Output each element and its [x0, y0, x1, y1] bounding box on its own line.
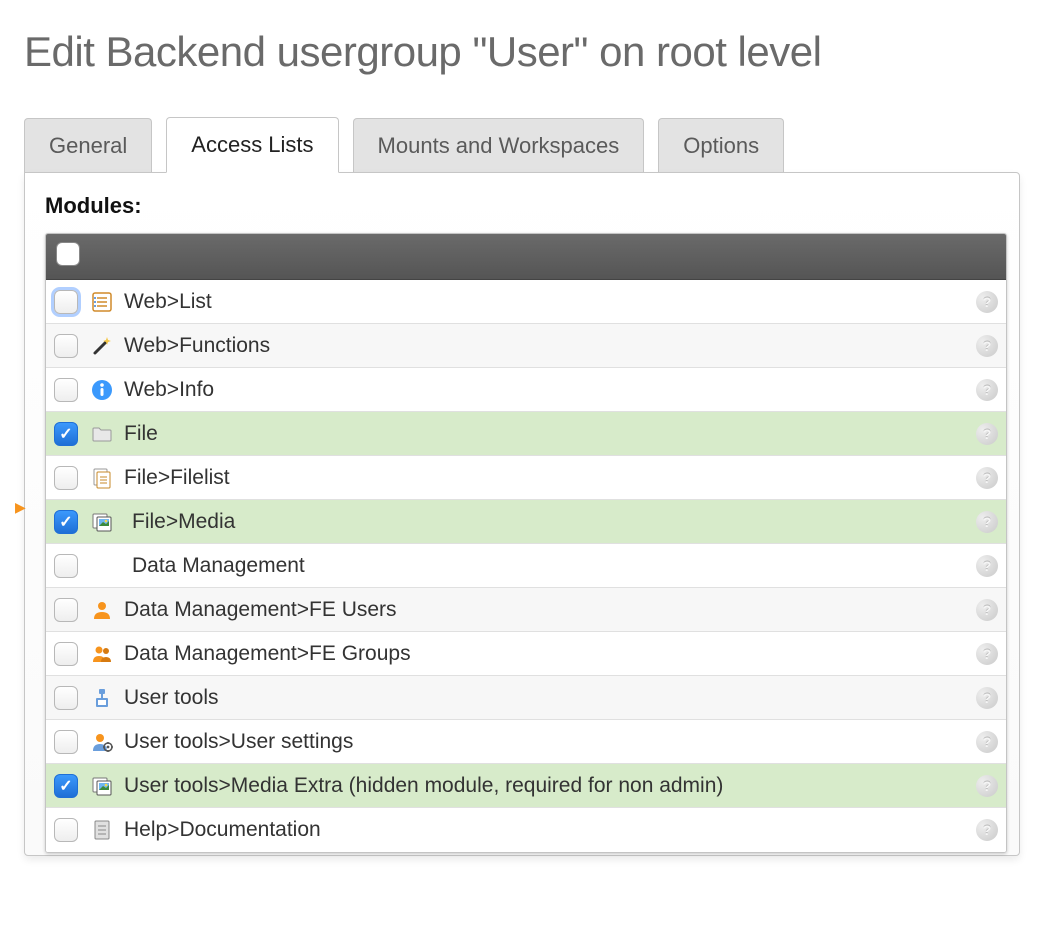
module-checkbox[interactable]: [54, 598, 78, 622]
help-icon[interactable]: [976, 687, 998, 709]
module-checkbox[interactable]: [54, 422, 78, 446]
user-icon: [88, 596, 116, 624]
module-checkbox[interactable]: [54, 730, 78, 754]
tab-bar: General Access Lists Mounts and Workspac…: [24, 116, 1020, 172]
group-icon: [88, 640, 116, 668]
module-row: File: [46, 412, 1006, 456]
module-label: Help>Documentation: [124, 818, 976, 842]
module-checkbox[interactable]: [54, 686, 78, 710]
help-icon[interactable]: [976, 819, 998, 841]
page-title: Edit Backend usergroup "User" on root le…: [24, 28, 1020, 76]
help-icon[interactable]: [976, 731, 998, 753]
module-row: Web>Functions: [46, 324, 1006, 368]
help-icon[interactable]: [976, 291, 998, 313]
module-checkbox[interactable]: [54, 378, 78, 402]
module-checkbox[interactable]: [54, 334, 78, 358]
module-label: User tools>User settings: [124, 730, 976, 754]
help-icon[interactable]: [976, 423, 998, 445]
help-icon[interactable]: [976, 467, 998, 489]
module-row: Data Management>FE Users: [46, 588, 1006, 632]
select-all-checkbox[interactable]: [56, 242, 80, 266]
module-row: Help>Documentation: [46, 808, 1006, 852]
wand-icon: [88, 332, 116, 360]
module-row: Web>Info: [46, 368, 1006, 412]
side-arrow-icon: ▶: [15, 499, 26, 516]
module-label: User tools>Media Extra (hidden module, r…: [124, 774, 976, 798]
usersettings-icon: [88, 728, 116, 756]
module-checkbox[interactable]: [54, 466, 78, 490]
media-icon: [88, 508, 116, 536]
access-lists-panel: ▶ Modules: Web>ListWeb>FunctionsWeb>Info…: [24, 172, 1020, 856]
help-icon[interactable]: [976, 599, 998, 621]
module-label: File>Filelist: [124, 466, 976, 490]
module-label: Data Management>FE Users: [124, 598, 976, 622]
info-icon: [88, 376, 116, 404]
module-label: Data Management: [132, 554, 976, 578]
tab-options[interactable]: Options: [658, 118, 784, 173]
module-checkbox[interactable]: [54, 642, 78, 666]
module-row: Data Management>FE Groups: [46, 632, 1006, 676]
module-row: File>Media: [46, 500, 1006, 544]
module-checkbox[interactable]: [54, 554, 78, 578]
table-header: [46, 234, 1006, 280]
module-row: User tools: [46, 676, 1006, 720]
tools-icon: [88, 684, 116, 712]
module-label: File: [124, 422, 976, 446]
filelist-icon: [88, 464, 116, 492]
list-icon: [88, 288, 116, 316]
module-row: Data Management: [46, 544, 1006, 588]
module-label: User tools: [124, 686, 976, 710]
module-label: Data Management>FE Groups: [124, 642, 976, 666]
media-icon: [88, 772, 116, 800]
module-checkbox[interactable]: [54, 510, 78, 534]
section-label-modules: Modules:: [45, 193, 1007, 219]
module-label: Web>List: [124, 290, 976, 314]
help-icon[interactable]: [976, 335, 998, 357]
tab-access-lists[interactable]: Access Lists: [166, 117, 338, 173]
help-icon[interactable]: [976, 643, 998, 665]
module-row: Web>List: [46, 280, 1006, 324]
module-checkbox[interactable]: [54, 818, 78, 842]
tab-mounts-workspaces[interactable]: Mounts and Workspaces: [353, 118, 645, 173]
module-row: User tools>Media Extra (hidden module, r…: [46, 764, 1006, 808]
module-checkbox[interactable]: [54, 290, 78, 314]
module-row: User tools>User settings: [46, 720, 1006, 764]
doc-icon: [88, 816, 116, 844]
tab-general[interactable]: General: [24, 118, 152, 173]
help-icon[interactable]: [976, 511, 998, 533]
help-icon[interactable]: [976, 379, 998, 401]
help-icon[interactable]: [976, 775, 998, 797]
module-checkbox[interactable]: [54, 774, 78, 798]
module-row: File>Filelist: [46, 456, 1006, 500]
help-icon[interactable]: [976, 555, 998, 577]
folder-icon: [88, 420, 116, 448]
module-label: File>Media: [132, 510, 976, 534]
module-label: Web>Info: [124, 378, 976, 402]
modules-table: Web>List Web>Functions Web>Info File File>Fi…: [45, 233, 1007, 853]
module-label: Web>Functions: [124, 334, 976, 358]
